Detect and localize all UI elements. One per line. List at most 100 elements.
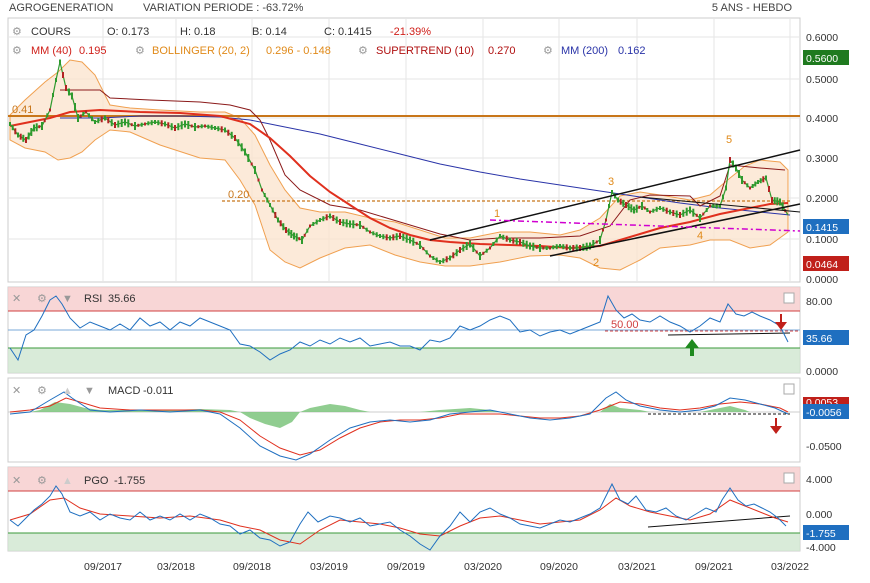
candle [435,257,438,263]
candle [210,124,213,130]
level-label-041: 0.41 [12,104,33,116]
candle [630,204,633,213]
gear-icon[interactable]: ⚙ [358,45,368,57]
candle [114,122,116,128]
candle [738,170,740,178]
candle [773,197,776,205]
candle [71,92,73,100]
legend-mm200-value: 0.162 [618,45,646,57]
candle [77,114,79,122]
candle [130,123,133,127]
candle [741,176,743,184]
candle [635,204,638,213]
candle [429,254,431,258]
x-tick: 09/2017 [84,561,122,573]
candle [751,184,754,188]
candle [190,124,193,128]
candle [315,219,318,225]
candle [345,219,348,228]
candle [502,234,505,240]
candle [409,236,411,244]
candle [306,228,309,233]
arrow-down-icon[interactable]: ▼ [62,293,73,305]
gear-icon[interactable]: ⚙ [135,45,145,57]
arrow-up-icon[interactable]: ▲ [62,475,73,487]
candle [167,122,170,129]
candle [776,197,779,206]
candle [385,234,388,241]
gear-icon[interactable]: ⚙ [12,26,22,38]
candle [35,123,38,132]
candle [200,124,203,129]
candle [445,256,448,263]
candle [237,139,240,147]
candle [25,137,27,143]
candle [633,206,635,214]
candle [765,175,767,181]
candle [672,210,675,216]
candle [781,202,784,211]
y-tick: 0.4000 [806,113,838,125]
candle [722,194,724,200]
candle [160,120,163,127]
candle [352,220,355,229]
candle [525,240,528,249]
candle [479,252,481,260]
badge-pgo-text: -1.755 [806,528,836,540]
gear-icon[interactable]: ⚙ [543,45,553,57]
candle [535,245,538,249]
candle [22,134,25,142]
macd-tick: -0.0500 [806,441,842,453]
candle [282,223,285,231]
candle [655,206,658,212]
pgo-tick: 0.000 [806,509,832,521]
candle [227,129,230,136]
candle [415,241,418,245]
wave-label-2: 2 [593,257,599,269]
close-icon[interactable]: ✕ [12,385,21,397]
close-icon[interactable]: ✕ [12,293,21,305]
candle [184,120,186,128]
gear-icon[interactable]: ⚙ [37,385,47,397]
panel-toggle[interactable] [783,472,795,484]
legend-bollinger-value: 0.296 - 0.148 [266,45,331,57]
rsi-tick: 80.00 [806,296,832,308]
candle [622,199,625,207]
candle [277,217,279,223]
gear-icon[interactable]: ⚙ [37,475,47,487]
candle [702,212,705,216]
candle [68,88,70,96]
wave-label-3: 3 [608,176,614,188]
candle [482,251,485,255]
candle [11,125,14,131]
close-icon[interactable]: ✕ [12,475,21,487]
candle [43,119,46,123]
candle [140,122,143,127]
panel-toggle[interactable] [783,383,795,395]
legend-mm40: MM (40) [31,45,72,57]
gear-icon[interactable]: ⚙ [12,45,22,57]
arrow-down-icon[interactable]: ▼ [84,385,95,397]
candle [134,122,136,130]
candle [332,215,335,221]
candle [465,242,468,250]
candle [662,206,665,212]
arrow-up-icon[interactable]: ▲ [62,385,73,397]
candle [174,125,176,131]
candle [194,123,196,131]
candle [263,193,266,197]
y-tick: 0.0000 [806,274,838,286]
x-tick: 09/2019 [387,561,425,573]
candle [599,236,601,244]
candle [625,202,627,208]
candle [768,186,770,192]
x-tick: 03/2020 [464,561,502,573]
candle [144,122,146,126]
candle [452,252,455,259]
candle [274,212,277,218]
candle [214,126,216,130]
candle [489,246,491,250]
candle [157,120,160,126]
gear-icon[interactable]: ⚙ [37,293,47,305]
panel-toggle[interactable] [783,292,795,304]
